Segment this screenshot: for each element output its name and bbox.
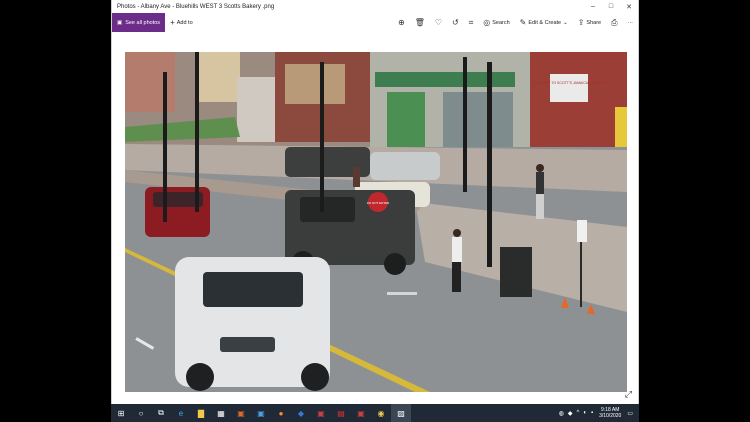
bakery-sign-text: WELCOME TO SCOTT'S JAMAICAN BAKERY [532, 81, 606, 85]
app-icon-1[interactable]: ▣ [231, 404, 251, 422]
start-icon[interactable]: ⊞ [111, 404, 131, 422]
network-icon[interactable]: ◍ [557, 410, 566, 417]
street-scene: WELCOME TO SCOTT'S JAMAICAN BAKERY DO NO… [125, 52, 627, 392]
photos-app-window: Photos - Albany Ave - Bluehills WEST 3 S… [111, 0, 639, 404]
window-title: Photos - Albany Ave - Bluehills WEST 3 S… [117, 3, 275, 10]
chrome-icon[interactable]: ◉ [371, 404, 391, 422]
heart-icon: ♡ [434, 18, 443, 27]
street-photo[interactable]: WELCOME TO SCOTT'S JAMAICAN BAKERY DO NO… [125, 52, 627, 392]
chevron-down-icon: ⌄ [563, 19, 568, 26]
acrobat-icon[interactable]: ▤ [331, 404, 351, 422]
title-bar: Photos - Albany Ave - Bluehills WEST 3 S… [112, 0, 638, 13]
see-all-photos-button[interactable]: ▣ See all photos [112, 13, 166, 32]
app-icon-2[interactable]: ▣ [251, 404, 271, 422]
edit-icon: ✎ [519, 18, 527, 27]
file-explorer-icon[interactable]: ▇ [191, 404, 211, 422]
speaker-icon[interactable]: ◐ [581, 410, 589, 416]
do-not-enter-text: DO NOT ENTER [367, 201, 390, 205]
crop-icon: ⌗ [468, 17, 474, 27]
zoom-button[interactable]: ⊕ [393, 13, 410, 32]
add-to-label: Add to [176, 19, 193, 26]
bakery-sign [550, 74, 588, 102]
photos-taskbar-icon[interactable]: ▨ [391, 404, 411, 422]
rotate-icon: ↺ [452, 18, 459, 27]
clock-date: 3/10/2020 [599, 413, 622, 419]
edge-icon[interactable]: e [171, 404, 191, 422]
task-view-icon[interactable]: ⧉ [151, 404, 171, 422]
chevron-up-icon[interactable]: ^ [574, 410, 581, 416]
app-icon-5[interactable]: ▣ [351, 404, 371, 422]
system-tray: ◍ ◆ ^ ◐ ▪ 9:18 AM 3/10/2020 ▭ [557, 404, 639, 422]
toolbar: ▣ See all photos + Add to ⊕ 🗑 ♡ ↺ ⌗ ◎ Se… [112, 13, 638, 32]
share-button[interactable]: ⇪ Share [573, 13, 606, 32]
search-button[interactable]: ◎ Search [478, 13, 514, 32]
favorite-button[interactable]: ♡ [430, 13, 447, 32]
edit-create-button[interactable]: ✎ Edit & Create ⌄ [515, 13, 573, 32]
notifications-icon[interactable]: ▭ [625, 410, 635, 417]
minimize-button[interactable]: – [584, 0, 602, 13]
search-label: Search [492, 19, 510, 26]
edit-create-label: Edit & Create [528, 19, 562, 26]
see-all-photos-label: See all photos [125, 19, 161, 26]
search-circle-icon[interactable]: ○ [131, 404, 151, 422]
share-label: Share [586, 19, 602, 26]
trash-icon: 🗑 [414, 18, 425, 27]
photos-icon: ▣ [117, 19, 123, 26]
app-icon-3[interactable]: ◆ [291, 404, 311, 422]
zoom-icon: ⊕ [398, 18, 405, 27]
maximize-button[interactable]: □ [602, 0, 620, 13]
photo-viewer: WELCOME TO SCOTT'S JAMAICAN BAKERY DO NO… [112, 32, 638, 404]
search-icon: ◎ [483, 18, 491, 27]
crop-button[interactable]: ⌗ [464, 13, 479, 32]
windows-taskbar: ⊞ ○ ⧉ e ▇ ▦ ▣ ▣ ● ◆ ▣ ▤ ▣ ◉ ▨ ◍ ◆ ^ ◐ ▪ … [111, 404, 639, 422]
firefox-icon[interactable]: ● [271, 404, 291, 422]
print-icon: ⎙ [611, 17, 618, 27]
expand-icon[interactable]: ⤢ [625, 389, 632, 400]
defender-icon[interactable]: ◆ [566, 410, 575, 417]
rotate-button[interactable]: ↺ [447, 13, 464, 32]
app-icon-4[interactable]: ▣ [311, 404, 331, 422]
add-to-button[interactable]: + Add to [165, 13, 198, 32]
plus-icon: + [170, 18, 175, 27]
calculator-icon[interactable]: ▦ [211, 404, 231, 422]
close-button[interactable]: ✕ [620, 0, 638, 13]
more-button[interactable]: ··· [623, 13, 639, 32]
share-icon: ⇪ [577, 18, 585, 27]
taskbar-clock[interactable]: 9:18 AM 3/10/2020 [595, 407, 625, 419]
screen: Photos - Albany Ave - Bluehills WEST 3 S… [0, 0, 750, 422]
print-button[interactable]: ⎙ [606, 13, 622, 32]
more-icon: ··· [627, 19, 634, 26]
delete-button[interactable]: 🗑 [410, 13, 430, 32]
